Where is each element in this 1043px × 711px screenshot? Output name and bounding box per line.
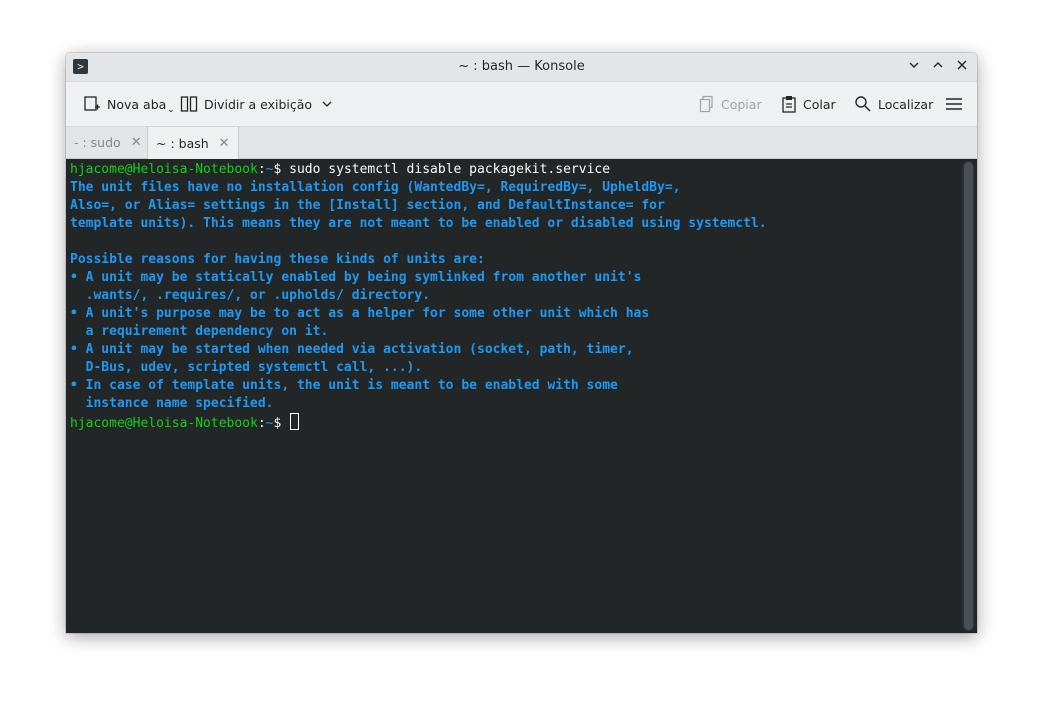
chevron-down-icon bbox=[322, 101, 332, 107]
dropdown-arrow-icon: ⌄ bbox=[167, 105, 175, 115]
search-icon bbox=[855, 96, 871, 112]
find-button[interactable]: Localizar bbox=[854, 90, 933, 118]
prompt-path: ~ bbox=[265, 162, 274, 177]
prompt-symbol: $ bbox=[273, 162, 290, 177]
copy-label: Copiar bbox=[721, 96, 762, 112]
hamburger-menu-button[interactable] bbox=[945, 90, 969, 118]
paste-icon bbox=[782, 96, 796, 113]
copy-icon bbox=[699, 95, 713, 113]
new-tab-button[interactable]: Nova aba ⌄ bbox=[83, 90, 175, 118]
find-label: Localizar bbox=[878, 96, 934, 112]
split-view-icon bbox=[180, 96, 198, 112]
output-line: • A unit may be started when needed via … bbox=[70, 342, 634, 357]
close-button[interactable] bbox=[953, 58, 971, 76]
output-line: D-Bus, udev, scripted systemctl call, ..… bbox=[70, 360, 423, 375]
output-line: a requirement dependency on it. bbox=[70, 324, 329, 339]
output-line: The unit files have no installation conf… bbox=[70, 180, 681, 195]
new-tab-label: Nova aba bbox=[107, 96, 167, 112]
output-line: instance name specified. bbox=[70, 396, 274, 411]
chevron-up-icon bbox=[933, 62, 943, 68]
hamburger-menu-icon bbox=[946, 98, 962, 110]
prompt-line: hjacome@Heloisa-Notebook:~$ sudo systemc… bbox=[70, 162, 610, 177]
new-tab-icon bbox=[84, 96, 100, 111]
window-title: ~ : bash — Konsole bbox=[458, 59, 585, 74]
paste-label: Colar bbox=[803, 96, 836, 112]
output-line: template units). This means they are not… bbox=[70, 216, 767, 231]
tab-bash[interactable]: ~ : bash ✕ bbox=[147, 127, 239, 159]
prompt-symbol: $ bbox=[273, 416, 290, 431]
title-bar[interactable]: > ~ : bash — Konsole bbox=[66, 53, 977, 82]
terminal-output: hjacome@Heloisa-Notebook:~$ sudo systemc… bbox=[70, 161, 767, 433]
maximize-button[interactable] bbox=[929, 58, 947, 76]
text-cursor bbox=[290, 413, 300, 430]
prompt-path: ~ bbox=[265, 416, 274, 431]
close-tab-icon[interactable]: ✕ bbox=[131, 135, 142, 150]
paste-button[interactable]: Colar bbox=[781, 90, 836, 118]
output-line: Possible reasons for having these kinds … bbox=[70, 252, 485, 267]
split-view-label: Dividir a exibição bbox=[204, 96, 313, 112]
tab-label: ~ : bash bbox=[156, 135, 209, 151]
tab-bar: - : sudo ✕ ~ : bash ✕ bbox=[66, 127, 977, 159]
chevron-down-icon bbox=[909, 62, 919, 68]
prompt-separator: : bbox=[257, 162, 266, 177]
prompt-user: hjacome@Heloisa-Notebook bbox=[70, 416, 258, 431]
terminal-view[interactable]: hjacome@Heloisa-Notebook:~$ sudo systemc… bbox=[66, 159, 977, 633]
output-line: • In case of template units, the unit is… bbox=[70, 378, 618, 393]
output-line: .wants/, .requires/, or .upholds/ direct… bbox=[70, 288, 431, 303]
prompt-line: hjacome@Heloisa-Notebook:~$ bbox=[70, 413, 300, 431]
prompt-user: hjacome@Heloisa-Notebook bbox=[70, 162, 258, 177]
minimize-button[interactable] bbox=[905, 58, 923, 76]
close-icon bbox=[957, 60, 967, 70]
tab-label: - : sudo bbox=[74, 135, 121, 150]
close-tab-icon[interactable]: ✕ bbox=[219, 136, 230, 151]
split-view-button[interactable]: Dividir a exibição bbox=[180, 90, 339, 118]
output-line: Also=, or Alias= settings in the [Instal… bbox=[70, 198, 665, 213]
tab-sudo[interactable]: - : sudo ✕ bbox=[66, 127, 150, 158]
prompt-separator: : bbox=[257, 416, 266, 431]
scrollbar-thumb[interactable] bbox=[964, 162, 973, 630]
konsole-window: > ~ : bash — Konsole Nova aba ⌄ Dividir … bbox=[66, 53, 977, 633]
command-text: sudo systemctl disable packagekit.servic… bbox=[289, 162, 611, 177]
output-line: • A unit may be statically enabled by be… bbox=[70, 270, 642, 285]
toolbar: Nova aba ⌄ Dividir a exibição Copiar Col… bbox=[66, 82, 977, 127]
output-line: • A unit's purpose may be to act as a he… bbox=[70, 306, 650, 321]
copy-button[interactable]: Copiar bbox=[699, 90, 762, 118]
